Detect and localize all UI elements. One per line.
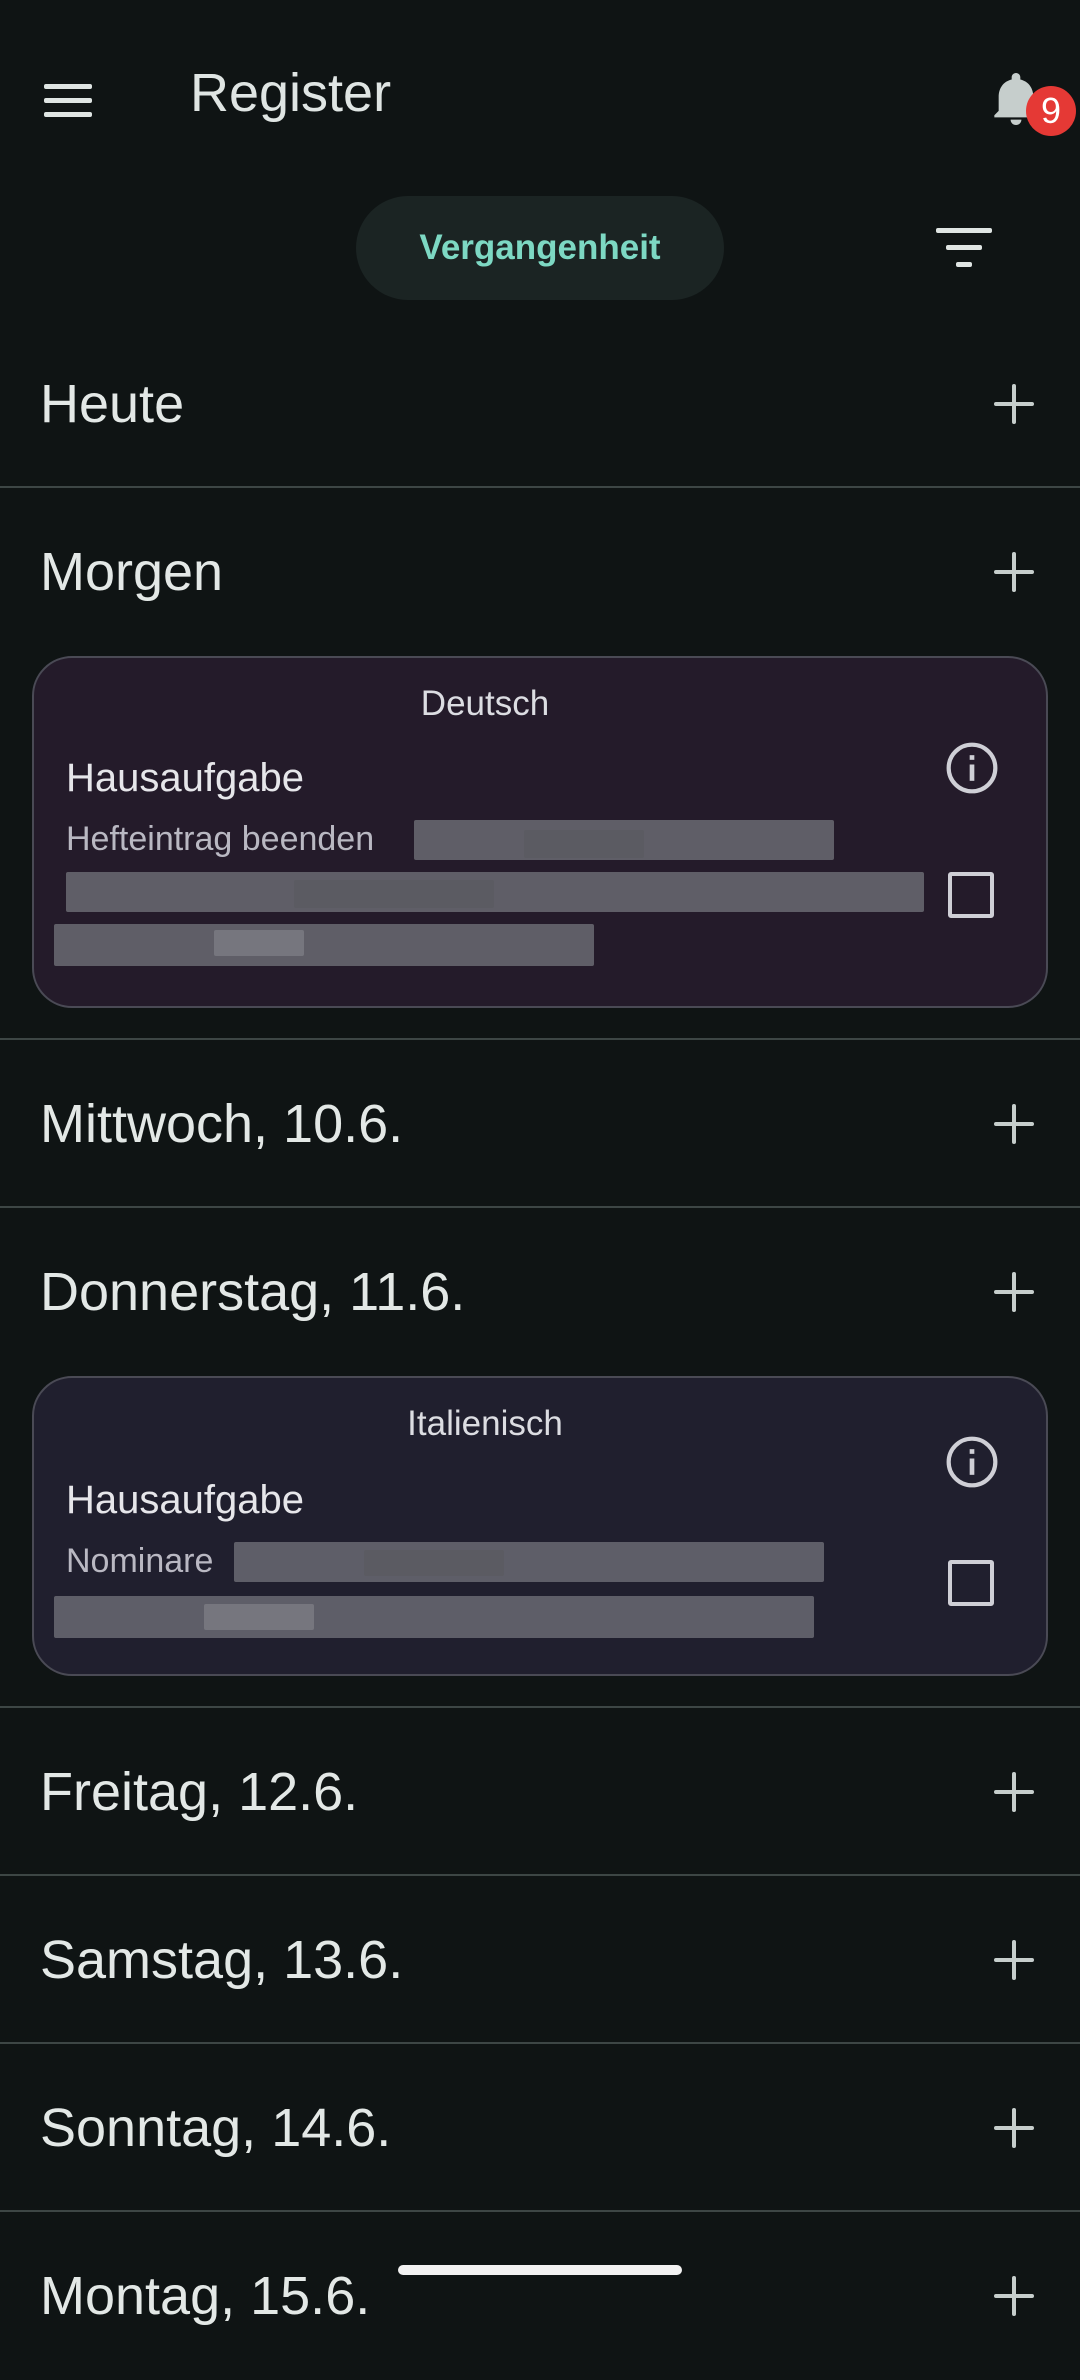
day-section: Heute (0, 320, 1080, 488)
day-title: Montag, 15.6. (40, 2266, 371, 2326)
menu-icon[interactable] (44, 70, 104, 130)
day-section: Sonntag, 14.6. (0, 2044, 1080, 2212)
day-section: Freitag, 12.6. (0, 1708, 1080, 1876)
past-filter-chip[interactable]: Vergangenheit (356, 196, 724, 300)
day-section: Donnerstag, 11.6. Italienisch Hausaufgab… (0, 1208, 1080, 1708)
done-checkbox[interactable] (948, 872, 994, 918)
card-subject: Italienisch (407, 1404, 563, 1443)
homework-card[interactable]: Deutsch Hausaufgabe Hefteintrag beenden (32, 656, 1048, 1008)
card-type: Hausaufgabe (66, 1478, 304, 1522)
day-title: Morgen (40, 542, 224, 602)
notification-badge: 9 (1026, 86, 1076, 136)
add-icon[interactable] (988, 1934, 1040, 1986)
card-type: Hausaufgabe (66, 756, 304, 800)
day-title: Samstag, 13.6. (40, 1930, 404, 1990)
day-list: Heute Morgen Deutsch Hausaufgabe Heftein… (0, 320, 1080, 2380)
page-title: Register (190, 63, 392, 123)
add-icon[interactable] (988, 2270, 1040, 2322)
card-description: Nominare (66, 1542, 214, 1580)
card-description: Hefteintrag beenden (66, 820, 375, 858)
done-checkbox[interactable] (948, 1560, 994, 1606)
day-title: Freitag, 12.6. (40, 1762, 359, 1822)
filter-icon[interactable] (936, 224, 992, 272)
add-icon[interactable] (988, 1266, 1040, 1318)
day-title: Donnerstag, 11.6. (40, 1262, 466, 1322)
day-section: Montag, 15.6. (0, 2212, 1080, 2380)
day-section: Mittwoch, 10.6. (0, 1040, 1080, 1208)
homework-card[interactable]: Italienisch Hausaufgabe Nominare (32, 1376, 1048, 1676)
day-section: Morgen Deutsch Hausaufgabe Hefteintrag b… (0, 488, 1080, 1040)
add-icon[interactable] (988, 378, 1040, 430)
day-title: Heute (40, 374, 185, 434)
home-indicator[interactable] (398, 2265, 682, 2275)
day-title: Mittwoch, 10.6. (40, 1094, 404, 1154)
day-section: Samstag, 13.6. (0, 1876, 1080, 2044)
add-icon[interactable] (988, 2102, 1040, 2154)
card-subject: Deutsch (420, 684, 550, 723)
info-icon[interactable] (944, 740, 1000, 796)
add-icon[interactable] (988, 546, 1040, 598)
app-bar: Register 9 (0, 0, 1080, 190)
add-icon[interactable] (988, 1098, 1040, 1150)
add-icon[interactable] (988, 1766, 1040, 1818)
day-title: Sonntag, 14.6. (40, 2098, 392, 2158)
info-icon[interactable] (944, 1434, 1000, 1490)
